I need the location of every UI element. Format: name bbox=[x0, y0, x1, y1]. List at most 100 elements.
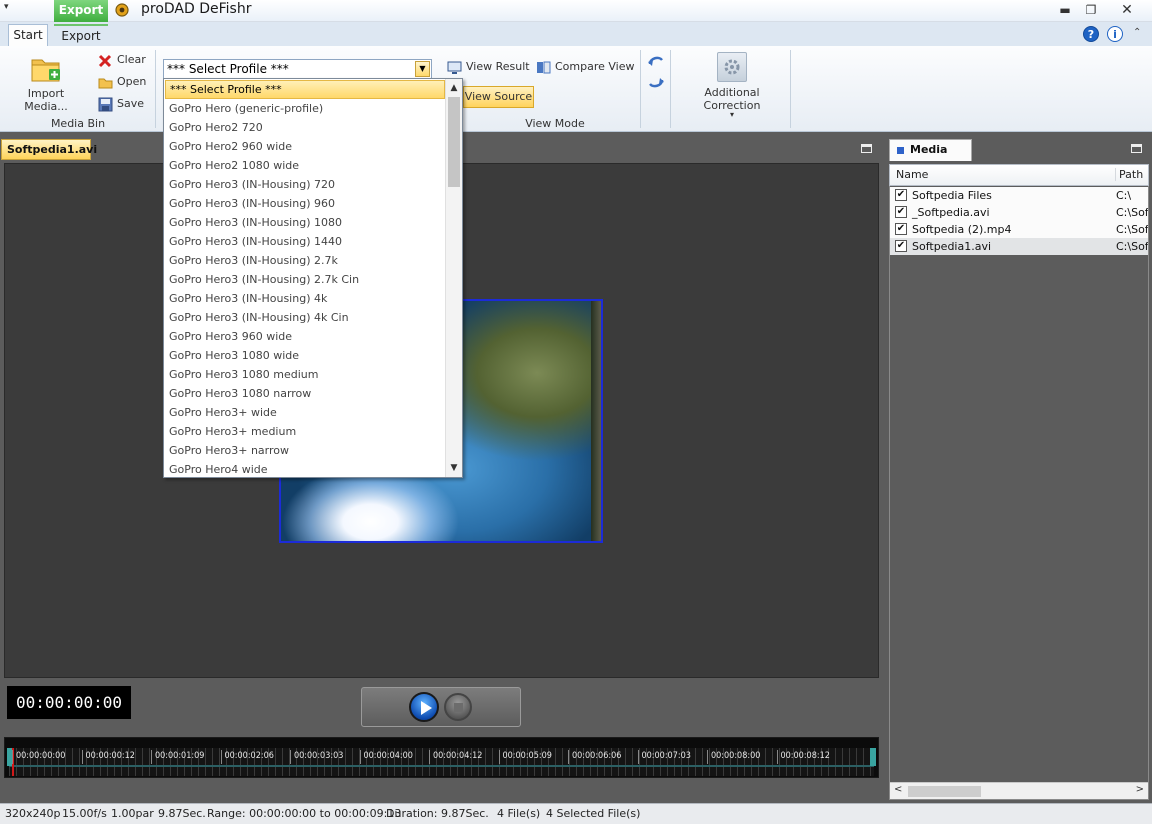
profile-option[interactable]: GoPro Hero3 1080 narrow bbox=[165, 384, 445, 403]
profile-option[interactable]: GoPro Hero3+ medium bbox=[165, 422, 445, 441]
profile-option[interactable]: GoPro Hero3 1080 wide bbox=[165, 346, 445, 365]
profile-option[interactable]: GoPro Hero2 1080 wide bbox=[165, 156, 445, 175]
profile-option[interactable]: GoPro Hero3 (IN-Housing) 4k bbox=[165, 289, 445, 308]
timeline-tick-label: 00:00:01:09 bbox=[151, 750, 204, 764]
close-button[interactable]: ✕ bbox=[1116, 2, 1138, 18]
media-bin-row[interactable]: ✔ _Softpedia.avi C:\Softpedia bbox=[890, 204, 1148, 221]
rotate-right-icon[interactable] bbox=[647, 76, 665, 90]
status-resolution: 320x240p bbox=[5, 807, 61, 820]
profile-option[interactable]: GoPro Hero3+ wide bbox=[165, 403, 445, 422]
scroll-thumb[interactable] bbox=[908, 786, 981, 797]
profile-option[interactable]: GoPro Hero3 960 wide bbox=[165, 327, 445, 346]
profile-select[interactable]: *** Select Profile *** ▼ bbox=[163, 59, 432, 79]
profile-option[interactable]: GoPro Hero3 (IN-Housing) 1080 bbox=[165, 213, 445, 232]
profile-option[interactable]: GoPro Hero2 720 bbox=[165, 118, 445, 137]
dropdown-arrow-icon[interactable]: ▼ bbox=[415, 61, 430, 77]
view-result-label: View Result bbox=[466, 60, 530, 73]
view-result-button[interactable]: View Result bbox=[447, 58, 530, 76]
row-checkbox[interactable]: ✔ bbox=[895, 189, 907, 201]
status-fps: 15.00f/s bbox=[62, 807, 107, 820]
row-name: Softpedia (2).mp4 bbox=[912, 223, 1012, 236]
column-header-path[interactable]: Path bbox=[1115, 168, 1143, 181]
title-bar: ▾ Export proDAD DeFishr ▬ ❐ ✕ bbox=[0, 0, 1152, 22]
open-button[interactable]: Open bbox=[98, 73, 146, 91]
timeline-end-handle[interactable] bbox=[870, 748, 876, 766]
profile-option[interactable]: GoPro Hero3 (IN-Housing) 720 bbox=[165, 175, 445, 194]
ribbon-separator bbox=[790, 50, 791, 128]
monitor-icon bbox=[447, 61, 462, 74]
profile-option[interactable]: GoPro Hero3 (IN-Housing) 1440 bbox=[165, 232, 445, 251]
profile-option[interactable]: GoPro Hero3 (IN-Housing) 4k Cin bbox=[165, 308, 445, 327]
row-checkbox[interactable]: ✔ bbox=[895, 223, 907, 235]
timeline-tick-label: 00:00:03:03 bbox=[290, 750, 343, 764]
collapse-ribbon-icon[interactable]: ⌃ bbox=[1133, 27, 1141, 38]
stop-icon[interactable] bbox=[444, 693, 472, 721]
play-icon[interactable] bbox=[409, 692, 439, 722]
profile-option[interactable]: GoPro Hero (generic-profile) bbox=[165, 99, 445, 118]
maximize-panel-icon[interactable] bbox=[861, 144, 872, 153]
media-bin-row[interactable]: ✔ Softpedia Files C:\ bbox=[890, 187, 1148, 204]
save-disk-icon bbox=[98, 97, 113, 111]
tab-export[interactable]: Export bbox=[54, 24, 108, 46]
profile-option[interactable]: GoPro Hero2 960 wide bbox=[165, 137, 445, 156]
document-tab[interactable]: Softpedia1.avi bbox=[1, 139, 97, 160]
profile-option[interactable]: GoPro Hero4 wide bbox=[165, 460, 445, 477]
additional-correction-button[interactable]: Additional Correction ▾ bbox=[676, 52, 788, 119]
timeline-tick-label: 00:00:00:12 bbox=[81, 750, 135, 764]
status-bar: 320x240p 15.00f/s 1.00par 9.87Sec. Range… bbox=[0, 803, 1152, 824]
profile-option[interactable]: GoPro Hero3 (IN-Housing) 2.7k Cin bbox=[165, 270, 445, 289]
timeline-tick-label: 00:00:04:12 bbox=[429, 750, 482, 764]
minimize-button[interactable]: ▬ bbox=[1054, 2, 1076, 18]
horizontal-scrollbar[interactable]: < > bbox=[890, 782, 1148, 799]
restore-button[interactable]: ❐ bbox=[1080, 2, 1102, 18]
media-bin-row[interactable]: ✔ Softpedia1.avi C:\Softpedia bbox=[890, 238, 1148, 255]
status-range: Range: 00:00:00:00 to 00:00:09:13 bbox=[207, 807, 402, 820]
row-checkbox[interactable]: ✔ bbox=[895, 240, 907, 252]
profile-option[interactable]: GoPro Hero3 (IN-Housing) 960 bbox=[165, 194, 445, 213]
rotate-left-icon[interactable] bbox=[647, 54, 665, 68]
row-path: C:\Softpedia bbox=[1116, 206, 1148, 219]
media-bin-header: Name Path bbox=[889, 164, 1149, 186]
row-name: Softpedia Files bbox=[912, 189, 992, 202]
tab-start[interactable]: Start bbox=[8, 24, 48, 46]
import-media-button[interactable]: Import Media... bbox=[6, 54, 86, 113]
ribbon-separator bbox=[155, 50, 156, 128]
scroll-thumb[interactable] bbox=[448, 97, 460, 187]
open-folder-icon bbox=[98, 78, 113, 88]
compare-view-icon bbox=[537, 61, 551, 73]
status-duration-sec: 9.87Sec. bbox=[158, 807, 206, 820]
profile-option[interactable]: GoPro Hero3 1080 medium bbox=[165, 365, 445, 384]
clear-button[interactable]: Clear bbox=[98, 51, 146, 69]
save-label: Save bbox=[117, 97, 145, 110]
scroll-down-icon[interactable]: ▼ bbox=[446, 460, 462, 476]
system-menu-icon[interactable]: ▾ bbox=[4, 2, 9, 12]
compare-view-button[interactable]: Compare View bbox=[536, 58, 635, 76]
info-icon[interactable]: i bbox=[1107, 26, 1123, 42]
help-icon[interactable]: ? bbox=[1083, 26, 1099, 42]
profile-select-value: *** Select Profile *** bbox=[167, 62, 289, 76]
ribbon-tab-row: Start Export ? i ⌃ bbox=[0, 22, 1152, 46]
scroll-up-icon[interactable]: ▲ bbox=[446, 80, 462, 96]
scroll-right-icon[interactable]: > bbox=[1136, 784, 1144, 795]
row-checkbox[interactable]: ✔ bbox=[895, 206, 907, 218]
maximize-panel-icon[interactable] bbox=[1131, 144, 1142, 153]
profile-dropdown-list[interactable]: *** Select Profile *** GoPro Hero (generi… bbox=[163, 78, 463, 478]
dropdown-scrollbar[interactable]: ▲ ▼ bbox=[445, 79, 462, 477]
status-duration: Duration: 9.87Sec. bbox=[386, 807, 489, 820]
import-media-label: Import Media... bbox=[24, 87, 68, 113]
context-tab-export[interactable]: Export bbox=[54, 0, 108, 22]
timeline-tick-label: 00:00:05:09 bbox=[498, 750, 552, 764]
scroll-left-icon[interactable]: < bbox=[894, 784, 902, 795]
column-header-name[interactable]: Name bbox=[896, 168, 928, 181]
chevron-down-icon: ▾ bbox=[729, 110, 734, 119]
profile-option[interactable]: *** Select Profile *** bbox=[165, 80, 445, 99]
media-bin-tab[interactable]: Media Bin bbox=[889, 139, 972, 176]
media-bin-row[interactable]: ✔ Softpedia (2).mp4 C:\Softpedia bbox=[890, 221, 1148, 238]
view-source-button[interactable]: View Source bbox=[463, 86, 534, 108]
profile-option[interactable]: GoPro Hero3+ narrow bbox=[165, 441, 445, 460]
save-button[interactable]: Save bbox=[98, 95, 144, 113]
profile-option[interactable]: GoPro Hero3 (IN-Housing) 2.7k bbox=[165, 251, 445, 270]
row-path: C:\ bbox=[1116, 189, 1132, 202]
timeline[interactable]: 00:00:00:00 00:00:00:12 00:00:01:09 00:00:0… bbox=[4, 737, 879, 778]
timeline-tick-label: 00:00:04:00 bbox=[359, 750, 413, 764]
